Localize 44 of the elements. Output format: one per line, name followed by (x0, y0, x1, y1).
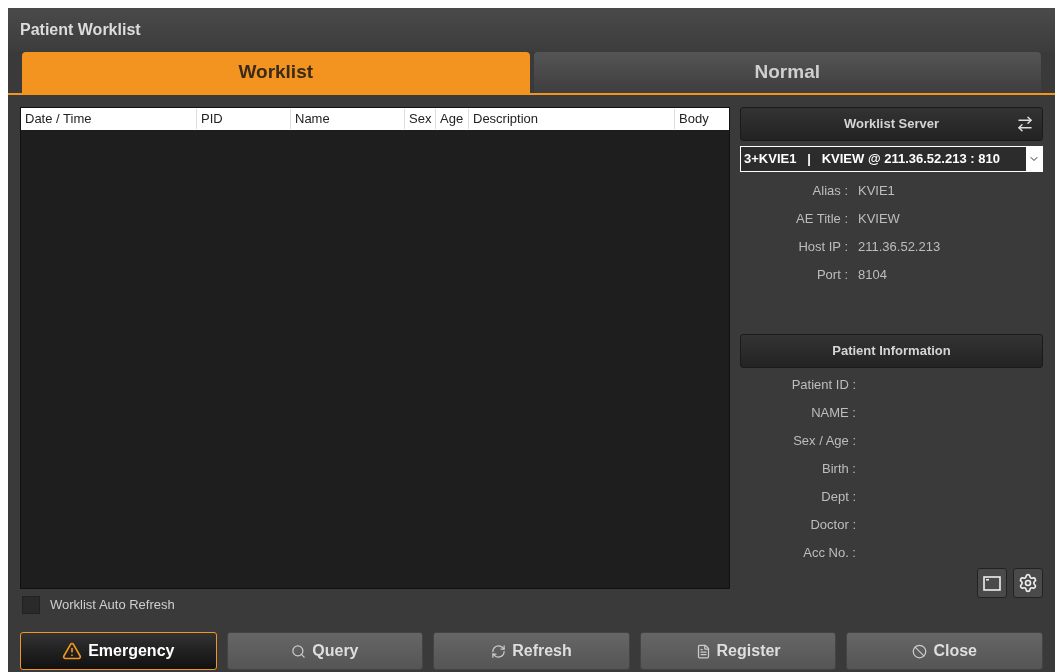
field-value: 8104 (858, 266, 887, 285)
dropdown-value: 3+KVIE1 | KVIEW @ 211.36.52.213 : 810 (743, 150, 1001, 169)
field-label: Acc No. : (802, 544, 857, 563)
close-button[interactable]: Close (846, 632, 1043, 670)
column-header[interactable]: Age (436, 109, 469, 129)
column-header[interactable]: PID (197, 109, 291, 129)
server-dropdown[interactable]: 3+KVIE1 | KVIEW @ 211.36.52.213 : 810 (740, 146, 1043, 172)
column-header[interactable]: Body (675, 109, 729, 129)
column-header[interactable]: Description (469, 109, 675, 129)
tab[interactable]: Worklist (22, 52, 530, 93)
query-icon (291, 643, 307, 659)
field-value: KVIE1 (858, 182, 895, 201)
checkbox[interactable] (22, 595, 40, 614)
query-button[interactable]: Query (226, 632, 424, 670)
section-title: Patient Information (832, 342, 951, 361)
field-label: Dept : (820, 488, 857, 507)
field-label: Patient ID : (790, 376, 857, 395)
refresh-button[interactable]: Refresh (433, 632, 630, 670)
column-header[interactable]: Date / Time (21, 109, 197, 129)
field-label: Doctor : (809, 516, 857, 535)
refresh-icon (491, 643, 507, 659)
settings-icon[interactable] (1013, 568, 1043, 598)
field-label: Host IP : (797, 238, 849, 257)
emergency-button[interactable]: Emergency (20, 632, 217, 670)
close-icon (912, 643, 928, 659)
emergency-icon (62, 641, 83, 661)
tab[interactable]: Normal (533, 52, 1041, 93)
field-label: Birth : (821, 460, 857, 479)
column-header[interactable]: Name (291, 109, 405, 129)
field-label: AE Title : (794, 210, 849, 229)
sync-icon[interactable] (1016, 115, 1034, 133)
register-button[interactable]: Register (639, 632, 837, 670)
field-value: 211.36.52.213 (858, 238, 941, 257)
field-label: Alias : (811, 182, 849, 201)
checkbox-label: Worklist Auto Refresh (50, 596, 175, 614)
field-label: NAME : (810, 404, 857, 423)
section-title: Worklist Server (843, 115, 940, 134)
field-label: Port : (815, 266, 849, 285)
column-header[interactable]: Sex (405, 109, 436, 129)
window-title: Patient Worklist (20, 20, 141, 40)
field-label: Sex / Age : (792, 432, 857, 451)
window-icon[interactable] (977, 568, 1007, 598)
field-value: KVIEW (858, 210, 900, 229)
register-icon (695, 643, 711, 659)
